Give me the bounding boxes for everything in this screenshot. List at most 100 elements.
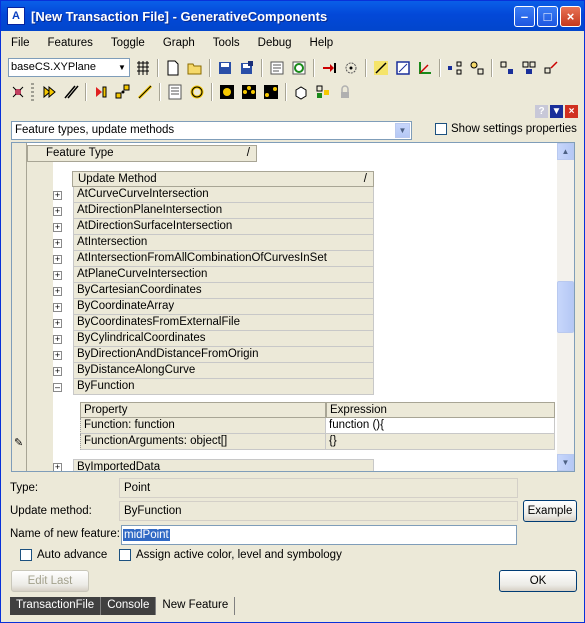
expression-cell[interactable]: {}	[326, 434, 555, 450]
list-item-expanded[interactable]: – ByFunction	[53, 379, 374, 395]
expand-icon[interactable]: +	[53, 207, 62, 216]
assign-symbology-checkbox[interactable]: Assign active color, level and symbology	[119, 549, 342, 561]
list-item[interactable]: + AtDirectionSurfaceIntersection	[53, 219, 374, 235]
expand-icon[interactable]: +	[53, 367, 62, 376]
step-icon[interactable]	[90, 81, 112, 103]
expand-icon[interactable]: +	[53, 239, 62, 248]
list-item[interactable]: + ByDirectionAndDistanceFromOrigin	[53, 347, 374, 363]
list-item[interactable]: + ByDistanceAlongCurve	[53, 363, 374, 379]
menu-toggle[interactable]: Toggle	[102, 35, 154, 55]
minimize-button[interactable]: –	[514, 6, 535, 27]
graph-nodes-icon[interactable]	[238, 81, 260, 103]
axis-icon[interactable]	[414, 57, 436, 79]
expand-icon[interactable]: +	[53, 303, 62, 312]
list-item[interactable]: + AtIntersectionFromAllCombinationOfCurve…	[53, 251, 374, 267]
show-settings-label: Show settings properties	[451, 123, 577, 135]
expand-icon[interactable]: +	[53, 191, 62, 200]
line-tool-icon[interactable]	[60, 81, 82, 103]
expand-icon[interactable]: +	[53, 335, 62, 344]
step-into-icon[interactable]	[318, 57, 340, 79]
grid-icon[interactable]	[132, 57, 154, 79]
menu-help[interactable]: Help	[301, 35, 343, 55]
close-button[interactable]: ×	[560, 6, 581, 27]
node-icon[interactable]	[466, 57, 488, 79]
menu-features[interactable]: Features	[39, 35, 102, 55]
list-item[interactable]: + AtPlaneCurveIntersection	[53, 267, 374, 283]
list-item[interactable]: + ByCartesianCoordinates	[53, 283, 374, 299]
expand-icon[interactable]: +	[53, 223, 62, 232]
bug-icon[interactable]	[7, 81, 29, 103]
target-icon[interactable]	[340, 57, 362, 79]
array-blocks-icon[interactable]	[518, 57, 540, 79]
tab-transaction-file[interactable]: TransactionFile	[10, 597, 102, 615]
pencil-line-icon[interactable]	[134, 81, 156, 103]
dots-icon[interactable]	[112, 81, 134, 103]
point-grid-icon[interactable]	[444, 57, 466, 79]
menu-file[interactable]: File	[2, 35, 39, 55]
list-item[interactable]: + AtIntersection	[53, 235, 374, 251]
show-settings-checkbox[interactable]: Show settings properties	[435, 123, 577, 135]
ok-button[interactable]: OK	[499, 570, 577, 592]
tab-new-feature[interactable]: New Feature	[156, 597, 236, 615]
cube-icon[interactable]	[290, 81, 312, 103]
script-icon[interactable]	[266, 57, 288, 79]
tab-console[interactable]: Console	[101, 597, 157, 615]
scroll-down-icon[interactable]: ▼	[557, 454, 574, 471]
expand-icon[interactable]: +	[53, 271, 62, 280]
checkbox-icon[interactable]	[119, 549, 131, 561]
checkbox-icon[interactable]	[435, 123, 447, 135]
expand-icon[interactable]: +	[53, 463, 62, 471]
expand-icon[interactable]: +	[53, 319, 62, 328]
open-folder-icon[interactable]	[184, 57, 206, 79]
update-method-header[interactable]: Update Method /	[72, 171, 374, 187]
type-value: Point	[119, 478, 518, 498]
list-item[interactable]: + ByCoordinatesFromExternalFile	[53, 315, 374, 331]
feature-type-header[interactable]: Feature Type /	[27, 145, 257, 162]
plane-select[interactable]: baseCS.XYPlane ▼	[8, 58, 130, 77]
chevron-down-icon[interactable]: ▼	[395, 123, 410, 138]
method-name: ByCoordinatesFromExternalFile	[73, 315, 374, 331]
panel-dropdown-icon[interactable]: ▼	[550, 105, 563, 118]
list-item[interactable]: + ByImportedData	[53, 459, 374, 471]
graph-chain-icon[interactable]	[260, 81, 282, 103]
draw-curve-icon[interactable]	[392, 57, 414, 79]
expand-icon[interactable]: +	[53, 287, 62, 296]
list-item[interactable]: + ByCylindricalCoordinates	[53, 331, 374, 347]
maximize-button[interactable]: □	[537, 6, 558, 27]
refresh-icon[interactable]	[288, 57, 310, 79]
checkbox-icon[interactable]	[20, 549, 32, 561]
transform-icon[interactable]	[540, 57, 562, 79]
layout-icon[interactable]	[312, 81, 334, 103]
expand-icon[interactable]: +	[53, 255, 62, 264]
scroll-thumb[interactable]	[557, 281, 574, 333]
new-file-icon[interactable]	[162, 57, 184, 79]
array-icon[interactable]	[496, 57, 518, 79]
save-icon[interactable]	[214, 57, 236, 79]
auto-advance-checkbox[interactable]: Auto advance	[20, 549, 107, 561]
save-as-icon[interactable]	[236, 57, 258, 79]
menu-graph[interactable]: Graph	[154, 35, 204, 55]
vertical-scrollbar[interactable]: ▲ ▼	[557, 143, 574, 471]
lock-icon[interactable]	[334, 81, 356, 103]
list-icon[interactable]	[164, 81, 186, 103]
expression-cell[interactable]: function (){	[326, 418, 555, 434]
select-node-icon[interactable]	[216, 81, 238, 103]
cycle-icon[interactable]	[186, 81, 208, 103]
menu-debug[interactable]: Debug	[249, 35, 301, 55]
view-select[interactable]: Feature types, update methods ▼	[11, 121, 412, 140]
collapse-icon[interactable]: –	[53, 383, 62, 392]
list-item[interactable]: + AtDirectionPlaneIntersection	[53, 203, 374, 219]
panel-close-icon[interactable]: ×	[565, 105, 578, 118]
list-item[interactable]: + ByCoordinateArray	[53, 299, 374, 315]
expand-icon[interactable]: +	[53, 351, 62, 360]
chevron-down-icon[interactable]: ▼	[115, 59, 129, 76]
draw-line-icon[interactable]	[370, 57, 392, 79]
feature-name-input[interactable]: midPoint	[121, 525, 517, 545]
scroll-up-icon[interactable]: ▲	[557, 143, 574, 160]
help-icon[interactable]: ?	[535, 105, 548, 118]
list-item[interactable]: + AtCurveCurveIntersection	[53, 187, 374, 203]
menu-tools[interactable]: Tools	[204, 35, 249, 55]
example-button[interactable]: Example	[523, 500, 577, 522]
play-forward-icon[interactable]	[38, 81, 60, 103]
edit-last-button[interactable]: Edit Last	[11, 570, 89, 592]
